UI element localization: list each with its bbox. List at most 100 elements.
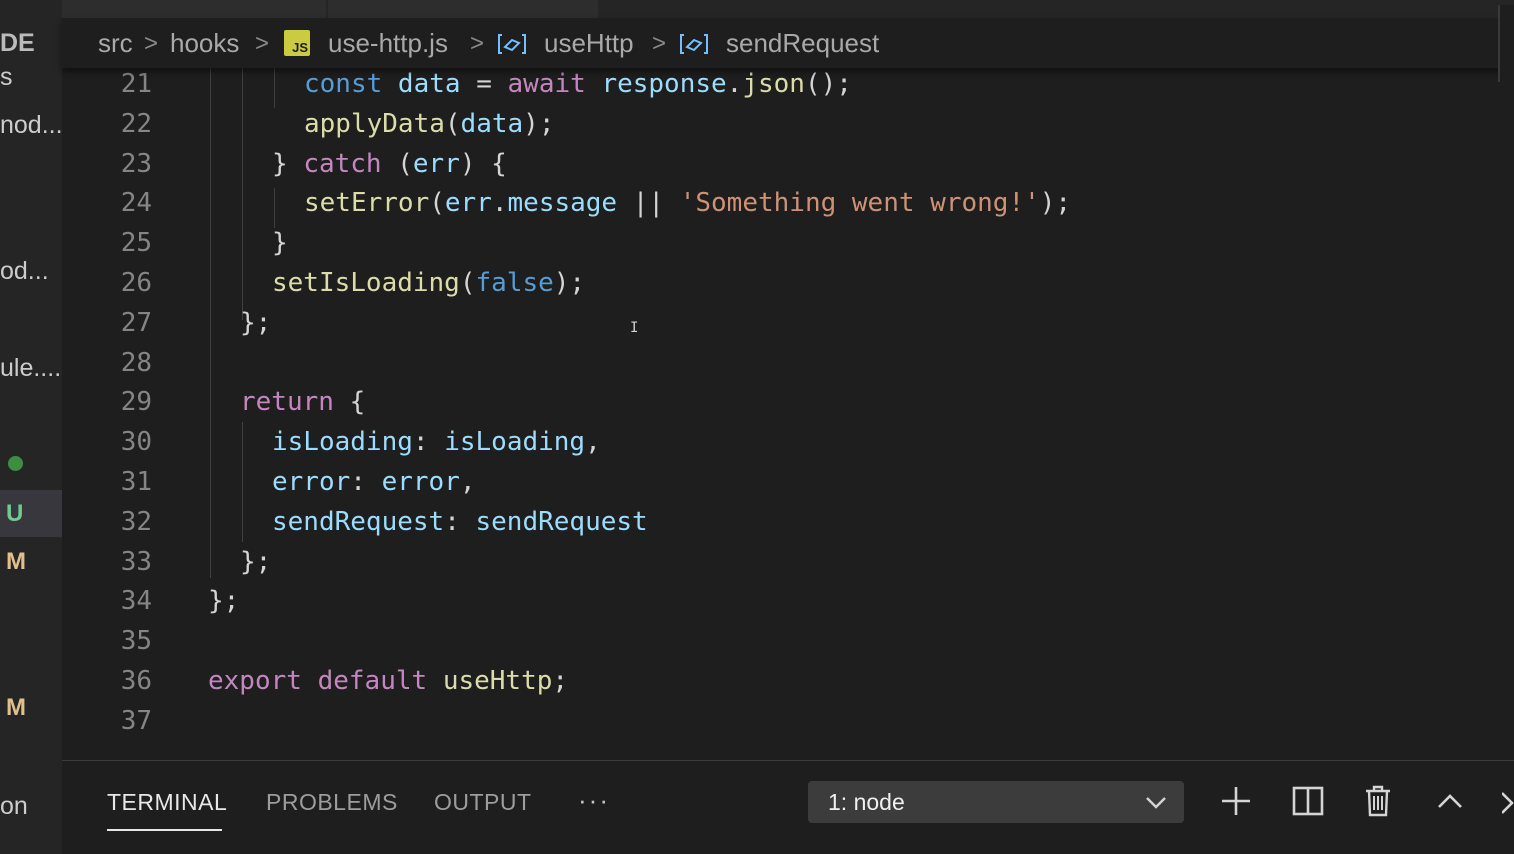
code-text: } xyxy=(272,223,288,263)
code-token: = xyxy=(460,69,508,99)
breadcrumb-function[interactable]: useHttp xyxy=(544,28,634,58)
symbol-variable-icon xyxy=(498,34,526,54)
explorer-title: DE xyxy=(0,29,35,57)
code-token: ); xyxy=(523,108,555,139)
code-token: err xyxy=(444,188,492,219)
code-token: ( xyxy=(381,148,413,179)
code-token: data xyxy=(460,108,524,139)
code-text: }; xyxy=(208,581,239,621)
line-number: 31 xyxy=(120,467,152,497)
git-modified-badge: M xyxy=(6,548,26,575)
line-number: 30 xyxy=(120,427,152,458)
code-token: : xyxy=(444,506,476,537)
code-line[interactable]: 35 xyxy=(62,621,1514,661)
code-token: ( xyxy=(429,188,445,219)
split-icon[interactable] xyxy=(1290,783,1326,819)
bottom-panel: TERMINAL PROBLEMS OUTPUT ··· 1: node xyxy=(62,760,1514,854)
line-number: 27 xyxy=(120,307,152,338)
code-line[interactable]: 36 export default useHttp; xyxy=(62,661,1514,701)
code-token: ( xyxy=(444,108,461,139)
code-token: , xyxy=(459,467,476,497)
breadcrumb-hooks[interactable]: hooks xyxy=(170,28,239,58)
breadcrumb-file[interactable]: use-http.js xyxy=(328,28,448,58)
code-token: || xyxy=(617,188,680,219)
close-icon[interactable] xyxy=(1502,783,1514,819)
code-line[interactable]: 31 error: error, xyxy=(62,462,1514,502)
tab-problems[interactable]: PROBLEMS xyxy=(266,787,398,817)
chevron-up-icon[interactable] xyxy=(1432,783,1468,819)
code-token: sendRequest xyxy=(272,506,445,537)
code-line[interactable]: 29 return { xyxy=(62,382,1514,422)
code-text: applyData(data); xyxy=(304,104,554,144)
code-line[interactable]: 33}; xyxy=(62,542,1514,582)
code-text: setIsLoading(false); xyxy=(272,263,585,303)
code-line[interactable]: 22 applyData(data); xyxy=(62,104,1514,144)
line-number: 29 xyxy=(120,387,152,418)
explorer-item[interactable]: on xyxy=(0,791,28,821)
code-token: }; xyxy=(208,586,240,617)
more-tabs-button[interactable]: ··· xyxy=(578,785,610,816)
chevron-down-icon xyxy=(1146,797,1166,809)
code-editor[interactable]: I 21 const data = await response.json(); 2… xyxy=(62,68,1514,760)
explorer-item[interactable]: od... xyxy=(0,256,49,286)
code-token: false xyxy=(475,268,554,298)
code-line[interactable]: 21 const data = await response.json(); xyxy=(62,68,1514,104)
code-token: : xyxy=(350,467,382,497)
code-text: setError(err.message || 'Something went … xyxy=(304,183,1071,223)
tab-output[interactable]: OUTPUT xyxy=(434,787,532,817)
breadcrumb-src[interactable]: src xyxy=(98,28,133,58)
code-line[interactable]: 25} xyxy=(62,223,1514,263)
breadcrumb-symbol[interactable]: sendRequest xyxy=(726,28,879,58)
active-tab-indicator xyxy=(107,829,222,831)
code-token: error xyxy=(272,467,351,497)
code-token: isLoading xyxy=(272,427,413,458)
code-line[interactable]: 23} catch (err) { xyxy=(62,144,1514,184)
line-number: 33 xyxy=(120,546,152,577)
line-number: 35 xyxy=(120,626,152,657)
code-token: const xyxy=(304,69,398,99)
plus-icon[interactable] xyxy=(1218,783,1254,819)
code-line[interactable]: 37 xyxy=(62,701,1514,741)
editor-tab[interactable] xyxy=(328,0,598,18)
code-token: return xyxy=(240,387,334,418)
code-token: 'Something went wrong!' xyxy=(679,188,1040,219)
code-token: setError xyxy=(304,188,430,219)
code-token: ( xyxy=(459,268,476,298)
trash-icon[interactable] xyxy=(1360,783,1396,819)
line-number: 34 xyxy=(120,586,152,617)
code-text: }; xyxy=(240,303,271,343)
explorer-item[interactable]: ule.... xyxy=(0,353,61,383)
line-number: 36 xyxy=(120,666,152,696)
code-line[interactable]: 30 isLoading: isLoading, xyxy=(62,422,1514,462)
code-line[interactable]: 32 sendRequest: sendRequest xyxy=(62,502,1514,542)
code-line[interactable]: 24 setError(err.message || 'Something wen… xyxy=(62,183,1514,223)
editor-tab[interactable] xyxy=(62,0,326,18)
code-token: response xyxy=(601,69,727,99)
code-token: json xyxy=(742,69,805,99)
code-token: ); xyxy=(1039,188,1072,219)
code-text: } catch (err) { xyxy=(272,144,507,184)
explorer-item[interactable]: s xyxy=(0,62,13,92)
code-token: catch xyxy=(303,148,382,179)
code-token: export xyxy=(208,666,318,696)
code-line[interactable]: 26 setIsLoading(false); xyxy=(62,263,1514,303)
minimap-slider[interactable] xyxy=(1498,5,1514,82)
code-text: error: error, xyxy=(272,462,476,502)
breadcrumb-separator: > xyxy=(470,30,485,57)
code-token: ); xyxy=(553,268,586,298)
code-line[interactable]: 28 xyxy=(62,343,1514,383)
vscode-window: DE s nod... od... ule.... U M M on src >… xyxy=(0,0,1514,854)
code-line[interactable]: 34}; xyxy=(62,581,1514,621)
code-token: isLoading xyxy=(444,427,586,458)
code-text: export default useHttp; xyxy=(208,661,568,701)
terminal-select[interactable]: 1: node xyxy=(808,781,1184,823)
code-token: data xyxy=(397,69,461,99)
code-token: { xyxy=(333,387,366,418)
code-token: ; xyxy=(552,666,569,696)
code-token: ) { xyxy=(459,148,507,179)
code-token: err xyxy=(412,148,460,179)
explorer-item[interactable]: nod... xyxy=(0,110,62,140)
tab-terminal[interactable]: TERMINAL xyxy=(107,787,227,817)
code-text: return { xyxy=(240,382,365,422)
code-line[interactable]: 27}; xyxy=(62,303,1514,343)
